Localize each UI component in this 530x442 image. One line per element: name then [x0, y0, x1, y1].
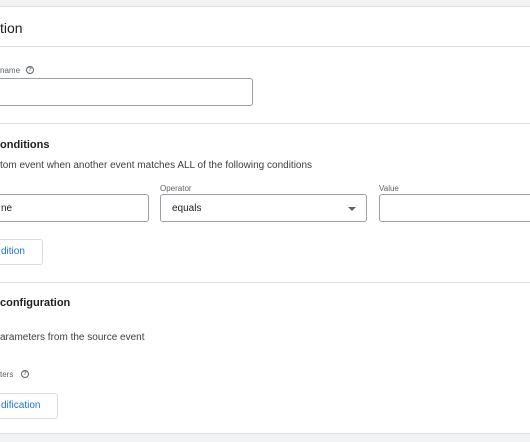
operator-label: Operator [160, 184, 192, 193]
value-input[interactable] [379, 194, 530, 222]
parameter-field[interactable]: ne [0, 194, 149, 222]
create-event-card: tion name ? onditions tom event when ano… [0, 6, 530, 434]
configuration-title: configuration [0, 297, 71, 309]
header-divider [0, 46, 530, 47]
card-title: tion [0, 20, 23, 36]
conditions-description: tom event when another event matches ALL… [0, 160, 313, 171]
help-circle-icon[interactable]: ? [26, 66, 34, 74]
value-label: Value [379, 184, 399, 193]
name-label: name [0, 66, 21, 75]
section-divider [0, 123, 530, 124]
parameters-label: ters [0, 370, 14, 379]
help-circle-icon[interactable]: ? [21, 370, 29, 378]
add-modification-button[interactable]: dification [0, 393, 58, 419]
conditions-title: onditions [0, 139, 50, 151]
custom-event-name-input[interactable] [0, 78, 253, 106]
add-condition-button[interactable]: dition [0, 239, 43, 265]
operator-select[interactable]: equals [160, 194, 367, 222]
configuration-description: arameters from the source event [0, 332, 145, 343]
caret-down-icon [348, 207, 356, 211]
section-divider-2 [0, 282, 530, 283]
